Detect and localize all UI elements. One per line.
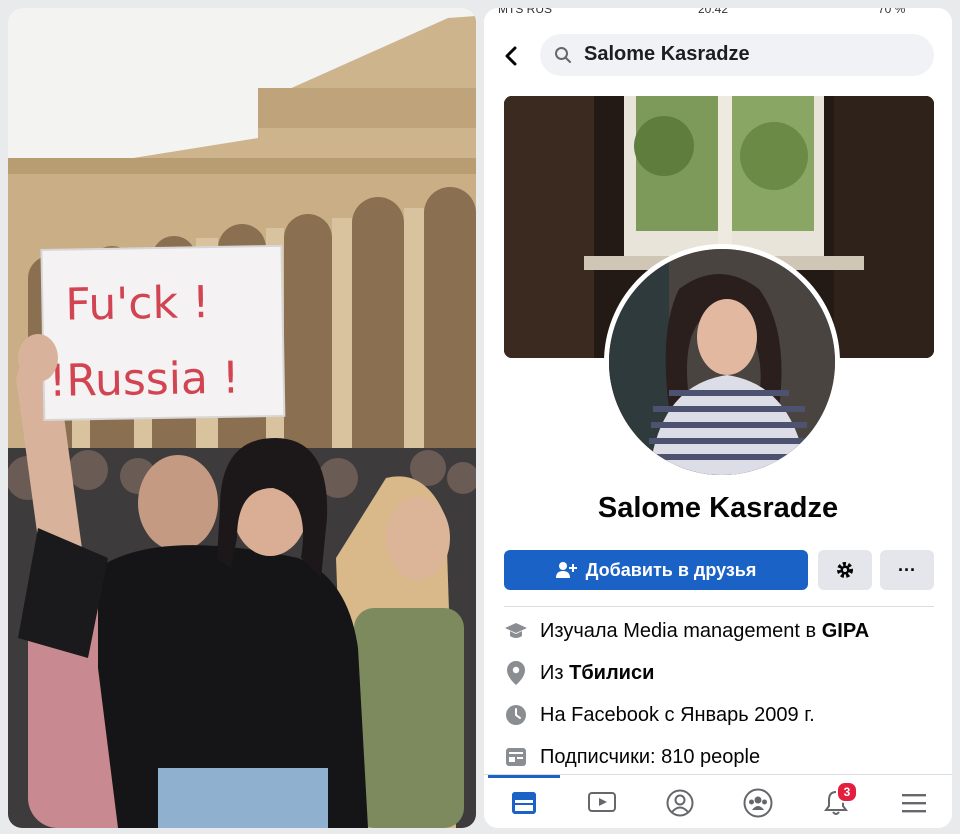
- tab-profile[interactable]: [660, 787, 700, 819]
- profile-icon: [666, 789, 694, 817]
- avatar-illustration: [609, 249, 835, 475]
- tab-groups[interactable]: [738, 787, 778, 819]
- clock-label: 20:42: [698, 8, 729, 16]
- education-school: GIPA: [821, 619, 870, 642]
- status-bar: MTS RUS 20:42 70 %: [484, 8, 952, 20]
- menu-icon: [902, 794, 926, 813]
- gear-icon: [837, 562, 853, 578]
- add-friend-button[interactable]: Добавить в друзья: [504, 550, 808, 590]
- search-query: Salome Kasradze: [584, 43, 750, 65]
- tab-menu[interactable]: [894, 787, 934, 819]
- search-input[interactable]: Salome Kasradze: [540, 34, 934, 76]
- joined-row: На Facebook с Январь 2009 г.: [504, 700, 944, 730]
- hometown-city: Тбилиси: [569, 661, 655, 684]
- followers-icon: [504, 745, 528, 769]
- news-feed-icon: [512, 792, 536, 814]
- graduation-cap-icon: [504, 619, 528, 643]
- settings-button[interactable]: [818, 550, 872, 590]
- joined-text: На Facebook с Январь 2009 г.: [540, 703, 815, 726]
- clock-icon: [504, 703, 528, 727]
- notification-badge: 3: [836, 781, 858, 803]
- hometown-text: Из Тбилиси: [540, 661, 655, 684]
- tab-news-feed[interactable]: [504, 787, 544, 819]
- tab-notifications[interactable]: 3: [816, 781, 858, 819]
- battery-label: 70 %: [878, 8, 906, 16]
- carrier-label: MTS RUS: [498, 8, 552, 16]
- education-row: Изучала Media management в GIPA: [504, 616, 944, 646]
- tab-watch[interactable]: [582, 787, 622, 819]
- followers-text: Подписчики: 810 people: [540, 745, 761, 768]
- add-friend-icon: [555, 562, 577, 578]
- search-header: Salome Kasradze: [484, 30, 952, 82]
- active-tab-indicator: [488, 775, 560, 778]
- location-pin-icon: [504, 661, 528, 685]
- divider: [504, 606, 934, 607]
- sign-text-line2: !Russia !: [48, 353, 240, 407]
- back-arrow-icon[interactable]: [500, 44, 524, 68]
- more-icon: ···: [898, 559, 916, 580]
- bottom-tab-bar: 3: [484, 774, 952, 828]
- add-friend-label: Добавить в друзья: [585, 559, 757, 580]
- sign-text-line1: Fu'ck !: [65, 277, 210, 331]
- more-options-button[interactable]: ···: [880, 550, 934, 590]
- video-icon: [588, 792, 616, 812]
- profile-avatar[interactable]: [604, 244, 840, 480]
- hometown-row: Из Тбилиси: [504, 658, 944, 688]
- groups-icon: [743, 788, 773, 818]
- education-text: Изучала Media management в GIPA: [540, 619, 870, 642]
- protest-photo: Fu'ck ! !Russia !: [8, 8, 476, 828]
- facebook-profile-screen: MTS RUS 20:42 70 % Salome Kasradze Salom…: [484, 8, 952, 828]
- photo-illustration: Fu'ck ! !Russia !: [8, 8, 476, 828]
- search-icon: [555, 47, 571, 63]
- followers-row: Подписчики: 810 people: [504, 742, 944, 772]
- profile-name: Salome Kasradze: [597, 492, 839, 524]
